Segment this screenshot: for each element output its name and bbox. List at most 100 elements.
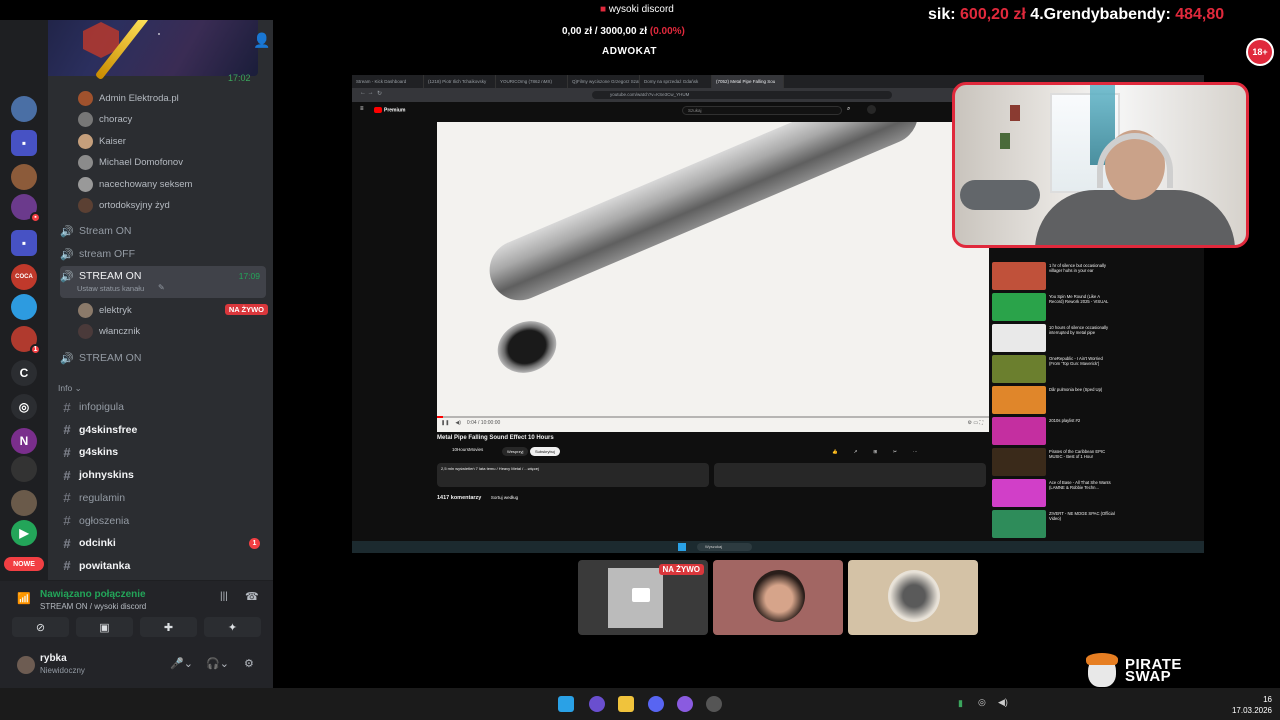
voice-member[interactable]: choracy [78,110,132,130]
video-thumbnail[interactable] [992,479,1046,507]
volume-icon[interactable]: ◀) [998,697,1008,708]
windows-start-icon[interactable] [678,543,686,551]
participant-tile[interactable] [848,560,978,635]
save-icon[interactable]: ⊞ [873,449,877,455]
recommended-video-title[interactable]: Pirates of the Caribbean EPIC MUSIC - Be… [1049,449,1115,459]
server-icon[interactable] [11,490,37,516]
recommended-video-title[interactable]: 10 hours of silence occasionally interru… [1049,325,1115,335]
server-icon[interactable]: ▪ [11,194,41,223]
screenshare-button[interactable]: ▣ [76,617,133,637]
video-progress-bar[interactable] [437,416,989,418]
soundboard-button[interactable]: ✦ [204,617,261,637]
join-button[interactable]: Wesprzyj [502,447,529,456]
server-icon[interactable] [11,164,37,190]
recommended-video-title[interactable]: ZIVERT - NE MOGE SPAC (Official Video) [1049,511,1115,521]
video-thumbnail[interactable] [992,386,1046,414]
folder-icon[interactable]: ▪ [11,130,37,156]
app-icon[interactable] [589,696,605,712]
camera-off-button[interactable]: ⊘ [12,617,69,637]
text-channel[interactable]: # g4skins [60,441,266,463]
server-icon[interactable]: COCA [11,264,37,290]
server-icon[interactable]: C [11,360,37,386]
voice-status[interactable]: Nawiązano połączenie [40,589,146,600]
video-player[interactable]: HOURS ❚❚ ◀) 0:04 / 10:00:00 ⚙ ▭ ⛶ [437,122,989,432]
participant-tile-screen[interactable]: NA ŻYWO [578,560,708,635]
server-icon[interactable]: 1 [11,326,41,355]
channel-status-input[interactable]: Ustaw status kanału [77,284,144,293]
windows-start-icon[interactable] [558,696,574,712]
recommended-video-title[interactable]: 2010s playlist #2 [1049,418,1115,423]
subscribe-button[interactable]: Subskrybuj [530,447,560,456]
recommended-video-title[interactable]: You Spin Me Round (Like A Record) Rework… [1049,294,1115,304]
voice-channel-active[interactable]: 🔊 STREAM ON 17:09 Ustaw status kanału ✎ [60,266,266,298]
channel-info[interactable]: 10HoursMovies [452,447,483,452]
voice-member[interactable]: nacechowany seksem [78,174,192,194]
video-thumbnail[interactable] [992,417,1046,445]
voice-member[interactable]: włancznik [78,321,140,341]
browser-tab[interactable]: Stream - Kick Dashboard [352,75,424,88]
folder-icon[interactable] [618,696,634,712]
nav-back-icon[interactable]: ← → [360,90,374,96]
voice-member[interactable]: Admin Elektroda.pl [78,88,179,108]
server-icon[interactable]: ◎ [11,394,37,420]
share-icon[interactable]: ↗ [854,449,858,455]
gear-icon[interactable]: ⚙ [244,657,254,670]
video-thumbnail[interactable] [992,262,1046,290]
browser-tab[interactable]: (7052) Metal Pipe Falling Sou [712,75,784,88]
mic-icon[interactable] [867,105,876,114]
menu-icon[interactable]: ≡ [360,106,364,112]
avatar[interactable] [17,656,35,674]
text-channel[interactable]: # johnyskins [60,464,266,486]
browser-tab[interactable]: Domy na sprzedaż Gdańsk [640,75,712,88]
voice-member[interactable]: elektryk [78,300,132,320]
voice-member[interactable]: ortodoksyjny żyd [78,196,170,216]
voice-channel[interactable]: 🔊 STREAM ON [60,347,266,369]
add-member-icon[interactable]: 👤 [253,32,270,49]
server-icon[interactable] [11,96,37,122]
video-description[interactable]: 2,5 mln wyświetleń 7 lata temu / Heavy M… [437,463,709,487]
text-channel[interactable]: # regulamin [60,487,266,509]
recommended-video-title[interactable]: 1 hr of silence but occasionally village… [1049,263,1115,273]
text-channel[interactable]: # g4skinsfree [60,419,266,441]
video-thumbnail[interactable] [992,355,1046,383]
pause-icon[interactable]: ❚❚ [441,420,449,426]
recommended-video-title[interactable]: Dår pulmonia bee (Sped Up) [1049,387,1115,392]
server-icon[interactable] [11,456,37,482]
app-icon[interactable] [677,696,693,712]
search-icon[interactable]: ⌕ [847,106,850,113]
youtube-search-input[interactable]: Szukaj [682,106,842,115]
text-channel[interactable]: # ogłoszenia [60,510,266,532]
browser-tab[interactable]: (1218) Piotr Ilich Tchaikovsky [424,75,496,88]
browser-tab[interactable]: Q)Filmy wyciszone Grzegorz Szaf [568,75,640,88]
server-icon[interactable]: N [11,428,37,454]
tray-icon[interactable]: ▮ [958,698,963,709]
sort-button[interactable]: Sortuj według [491,495,518,500]
video-thumbnail[interactable] [992,293,1046,321]
activities-button[interactable]: ✚ [140,617,197,637]
app-icon[interactable] [706,696,722,712]
text-channel[interactable]: # powitanka [60,555,266,577]
soundboard-icon[interactable]: ||| [220,591,228,602]
microphone-icon[interactable]: 🎤⌄ [170,657,193,670]
text-channel[interactable]: # infopigula [60,396,266,418]
voice-member[interactable]: Michael Domofonov [78,153,183,173]
server-icon[interactable]: ▶ [11,520,37,546]
clip-icon[interactable]: ✂ [893,449,897,455]
disconnect-icon[interactable]: ☎ [245,590,259,603]
youtube-logo[interactable]: Premium [374,107,405,113]
url-field[interactable]: youtube.com/watch?v=KSe3Cw_YHUM [592,91,892,99]
like-icon[interactable]: 👍 [832,449,838,455]
folder-icon[interactable]: ▪ [11,230,37,256]
voice-channel[interactable]: 🔊 Stream ON [60,220,266,242]
clock[interactable]: 16 17.03.2026 [1232,694,1272,716]
discord-icon[interactable] [648,696,664,712]
video-thumbnail[interactable] [992,448,1046,476]
settings-icon[interactable]: ⚙ ▭ ⛶ [968,420,984,426]
network-icon[interactable]: ◎ [978,697,986,708]
category-header[interactable]: Info ⌄ [58,383,82,394]
volume-icon[interactable]: ◀) [455,420,461,426]
headphones-icon[interactable]: 🎧⌄ [206,657,229,670]
windows-search-input[interactable]: Wyszukaj [697,543,752,551]
server-icon[interactable] [11,294,37,320]
voice-channel[interactable]: 🔊 stream OFF [60,243,266,265]
